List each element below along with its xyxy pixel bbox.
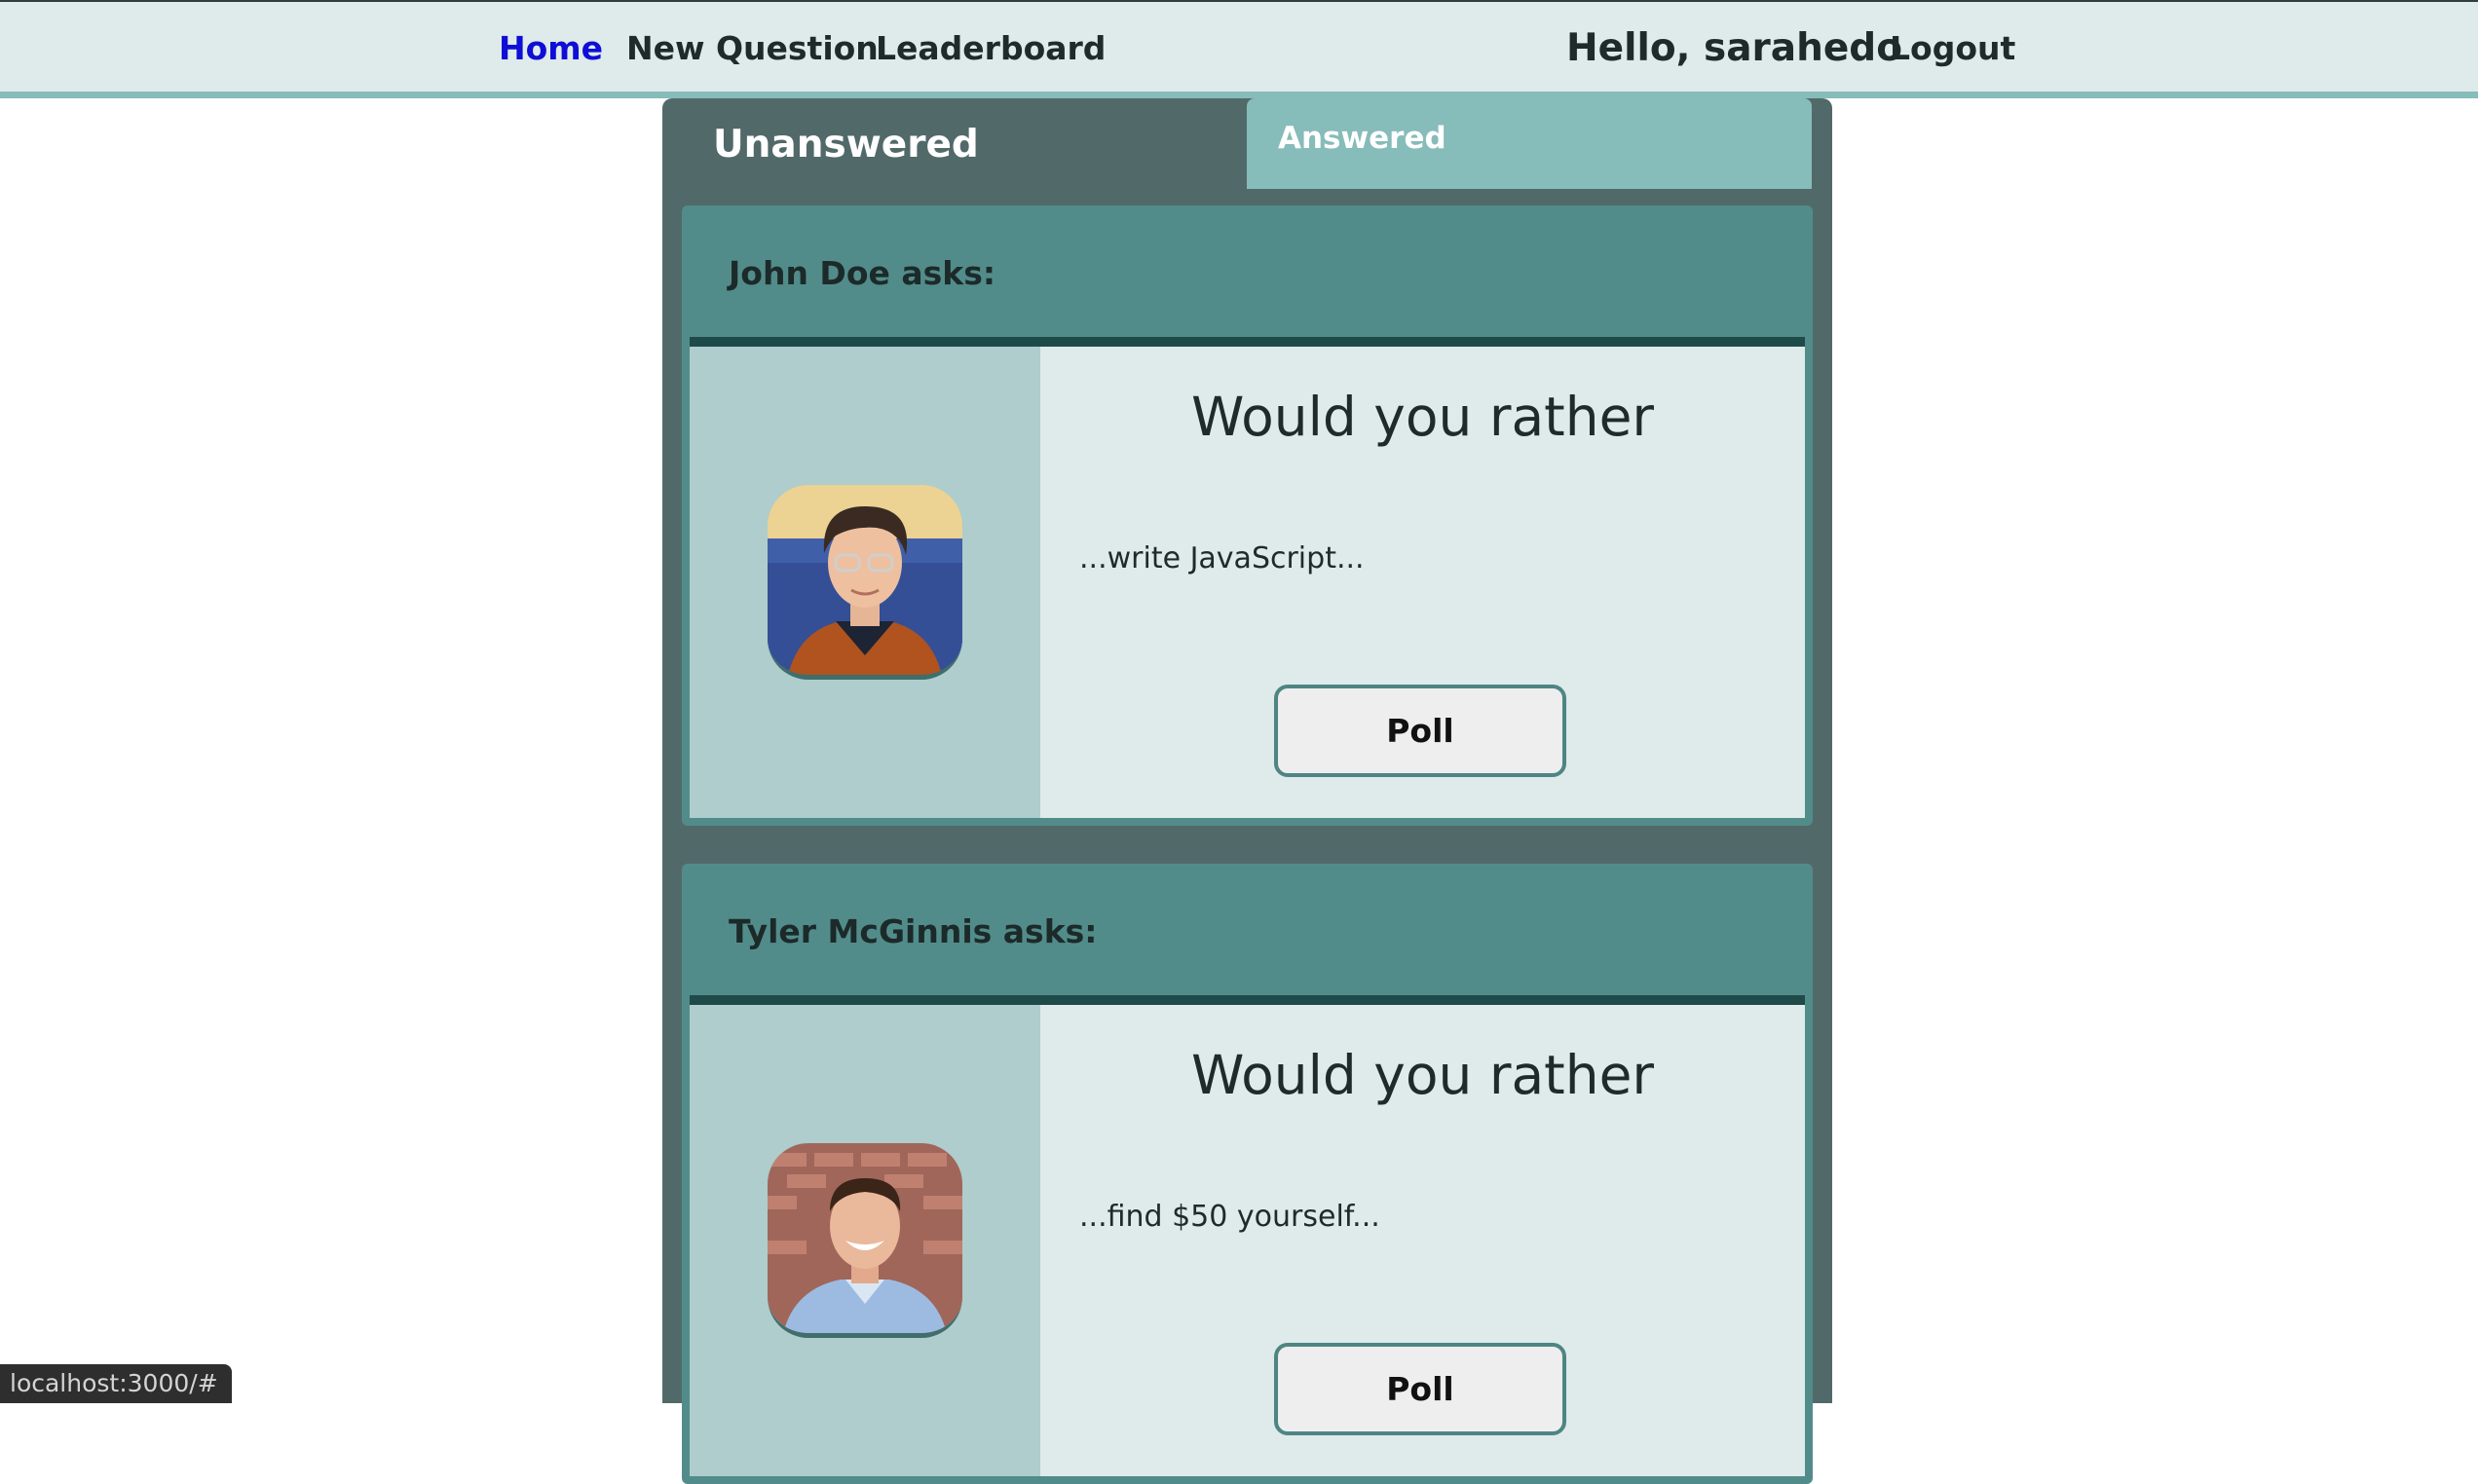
question-card-body: Would you rather ...find $50 yourself...… <box>690 1005 1805 1476</box>
question-option-preview: ...write JavaScript... <box>1079 541 1365 575</box>
question-author: Tyler McGinnis asks: <box>729 912 1098 950</box>
question-option-preview: ...find $50 yourself... <box>1079 1200 1380 1234</box>
avatar-column <box>690 1005 1040 1476</box>
question-card: Tyler McGinnis asks: Would you rather ..… <box>682 864 1813 1484</box>
avatar <box>768 485 962 680</box>
tab-answered[interactable]: Answered <box>1247 98 1812 189</box>
divider <box>690 995 1805 1005</box>
nav-leaderboard-link[interactable]: Leaderboard <box>876 27 1106 70</box>
question-card-header: Tyler McGinnis asks: <box>682 864 1813 995</box>
tab-unanswered[interactable]: Unanswered <box>713 120 979 170</box>
top-nav: Home New Question Leaderboard Hello, sar… <box>0 0 2478 98</box>
avatar <box>768 1143 962 1338</box>
tab-answered-label: Answered <box>1278 121 1446 156</box>
question-title: Would you rather <box>1190 386 1655 448</box>
logout-link[interactable]: Logout <box>1890 27 2015 70</box>
nav-new-question-link[interactable]: New Question <box>626 27 879 70</box>
question-title: Would you rather <box>1190 1044 1655 1106</box>
question-author: John Doe asks: <box>729 254 996 292</box>
question-card-header: John Doe asks: <box>682 205 1813 337</box>
divider <box>690 337 1805 347</box>
question-card-body: Would you rather ...write JavaScript... … <box>690 347 1805 818</box>
nav-home-link[interactable]: Home <box>499 27 603 70</box>
poll-button[interactable]: Poll <box>1274 1343 1566 1435</box>
questions-panel: Unanswered Answered John Doe asks: Would… <box>662 98 1832 1484</box>
user-greeting: Hello, sarahedo <box>1566 26 1903 70</box>
poll-button[interactable]: Poll <box>1274 685 1566 777</box>
status-bar-url: localhost:3000/# <box>0 1364 232 1403</box>
avatar-column <box>690 347 1040 818</box>
question-content: Would you rather ...find $50 yourself...… <box>1040 1005 1805 1476</box>
question-content: Would you rather ...write JavaScript... … <box>1040 347 1805 818</box>
question-card: John Doe asks: Would you rather ...write… <box>682 205 1813 826</box>
